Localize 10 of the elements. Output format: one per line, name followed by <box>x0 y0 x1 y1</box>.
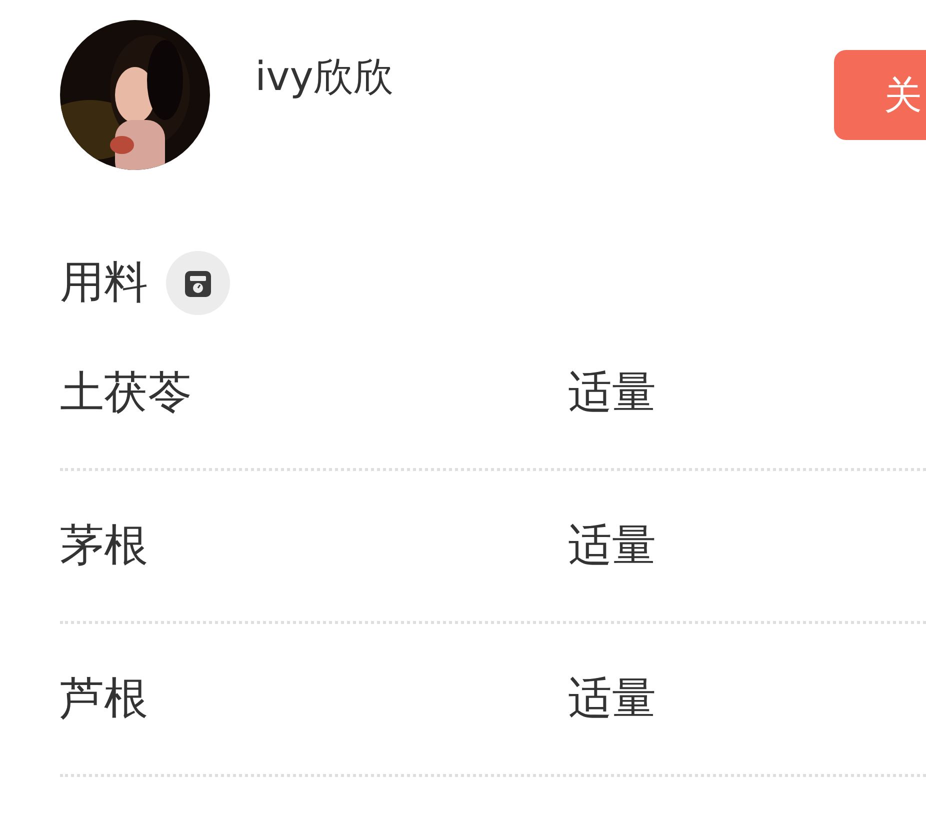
ingredient-name: 土茯苓 <box>60 366 193 420</box>
ingredient-amount: 适量 <box>568 672 656 726</box>
section-title: 用料 <box>60 256 148 310</box>
scale-icon[interactable] <box>166 251 230 315</box>
ingredient-name: 茅根 <box>60 519 149 573</box>
follow-button[interactable]: 关 <box>834 50 926 140</box>
ingredient-amount: 适量 <box>568 519 656 573</box>
ingredient-name: 芦根 <box>60 672 149 726</box>
author-name: ivy欣欣 <box>255 53 394 102</box>
ingredient-amount: 适量 <box>568 366 656 420</box>
